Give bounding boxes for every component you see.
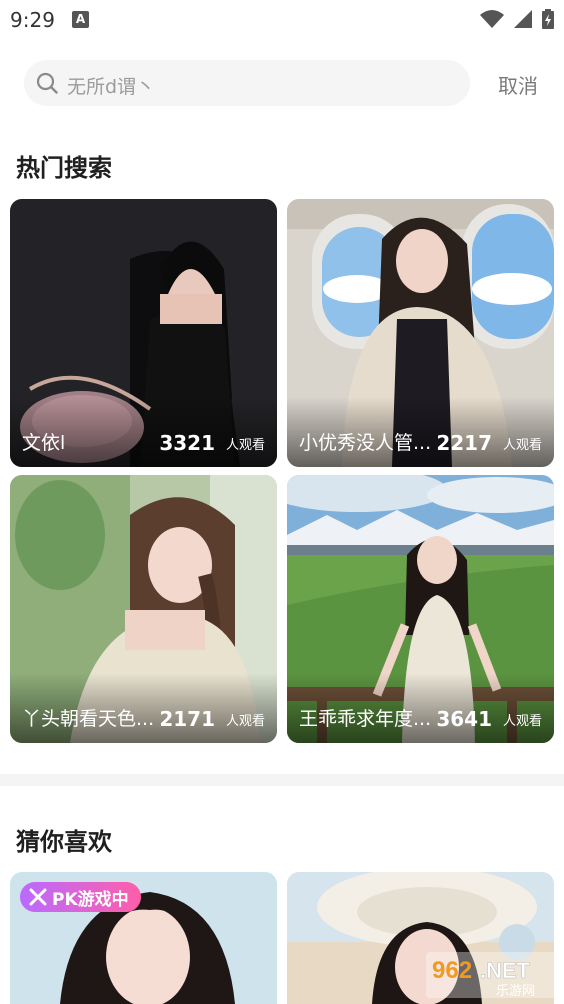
pk-badge-label: PK游戏中: [52, 889, 129, 910]
viewer-count: 3641: [436, 707, 492, 731]
crossed-swords-icon: [29, 888, 47, 906]
battery-icon: [542, 9, 554, 29]
site-watermark: 962 .NET 乐游网: [426, 952, 558, 999]
viewer-count: 3321: [159, 431, 215, 455]
card-name: 王乖乖求年度...: [299, 708, 432, 730]
viewer-count: 2217: [436, 431, 492, 455]
viewer-unit: 人观看: [502, 438, 542, 453]
guess-card[interactable]: PK游戏中: [10, 872, 277, 1004]
svg-text:乐游网: 乐游网: [496, 984, 535, 998]
section-divider: [0, 774, 564, 786]
watermark-logo: 962 .NET 乐游网: [426, 952, 558, 999]
guess-title: 猜你喜欢: [16, 828, 112, 856]
svg-text:962: 962: [432, 957, 472, 984]
search-bar: 无所d谓丶 取消: [0, 58, 564, 108]
hot-card[interactable]: 丫头朝看天色... 2171 人观看: [10, 475, 277, 743]
status-time: 9:29: [10, 8, 55, 32]
card-name: 丫头朝看天色...: [22, 708, 155, 730]
hot-search-title: 热门搜索: [16, 154, 112, 182]
viewer-unit: 人观看: [502, 714, 542, 729]
search-icon: [36, 72, 58, 94]
hot-card[interactable]: 文依l 3321 人观看: [10, 199, 277, 467]
notification-icon: A: [72, 11, 89, 28]
pk-game-badge: PK游戏中: [20, 882, 141, 912]
search-input[interactable]: 无所d谓丶: [24, 60, 470, 106]
viewer-count: 2171: [159, 707, 215, 731]
wifi-icon: [480, 10, 504, 28]
viewer-unit: 人观看: [225, 714, 265, 729]
card-name: 小优秀没人管...: [299, 432, 432, 454]
hot-card[interactable]: 王乖乖求年度... 3641 人观看: [287, 475, 554, 743]
system-icons: [480, 9, 554, 29]
status-bar: 9:29 A: [0, 0, 564, 40]
signal-icon: [514, 10, 532, 28]
search-placeholder: 无所d谓丶: [67, 76, 156, 98]
cancel-button[interactable]: 取消: [498, 70, 538, 99]
card-name: 文依l: [22, 432, 66, 454]
svg-text:.NET: .NET: [480, 958, 531, 983]
viewer-unit: 人观看: [225, 438, 265, 453]
hot-card[interactable]: 小优秀没人管... 2217 人观看: [287, 199, 554, 467]
